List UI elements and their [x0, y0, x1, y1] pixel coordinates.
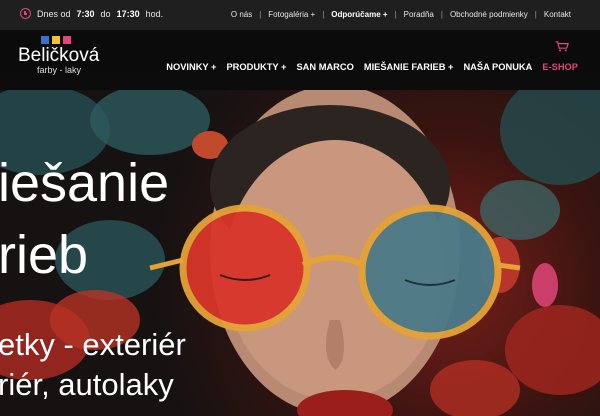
hours-mid: do	[100, 8, 111, 19]
hero-title-line1: iešanie	[0, 153, 170, 213]
cart-icon[interactable]	[555, 41, 569, 52]
separator: |	[394, 10, 397, 19]
hero-banner: iešanie rieb etky - exteriér riér, autol…	[0, 90, 600, 416]
nav-item-san-marco[interactable]: SAN MARCO	[296, 62, 353, 72]
logo-square-yellow	[52, 36, 60, 44]
hours-from: 7:30	[76, 8, 95, 19]
nav-item-novinky[interactable]: NOVINKY +	[166, 62, 216, 72]
logo-square-blue	[41, 36, 49, 44]
toplink-odporucame[interactable]: Odporúčame +	[331, 10, 387, 19]
logo-squares	[41, 36, 108, 44]
hours-suffix: hod.	[145, 8, 164, 19]
nav-item-miesanie-farieb[interactable]: MIEŠANIE FARIEB +	[364, 62, 454, 72]
nav-item-produkty[interactable]: PRODUKTY +	[226, 62, 286, 72]
separator: |	[259, 10, 262, 19]
toplink-o-nas[interactable]: O nás	[231, 10, 252, 19]
top-links: O nás | Fotogaléria + | Odporúčame + | P…	[231, 10, 571, 19]
separator: |	[440, 10, 443, 19]
separator: |	[322, 10, 325, 19]
opening-hours: Dnes od 7:30 do 17:30 hod.	[20, 8, 163, 19]
hero-title-line2: rieb	[0, 225, 89, 285]
nav-item-nasa-ponuka[interactable]: NAŠA PONUKA	[463, 62, 532, 72]
hours-to: 17:30	[116, 8, 140, 19]
hours-prefix: Dnes od	[37, 8, 71, 19]
hero-subtitle-line2: riér, autolaky	[0, 367, 174, 402]
toplink-kontakt[interactable]: Kontakt	[544, 10, 571, 19]
main-header: Beličková farby - laky NOVINKY + PRODUKT…	[0, 30, 600, 90]
hero-subtitle-line1: etky - exteriér	[0, 327, 186, 362]
site-logo[interactable]: Beličková farby - laky	[18, 36, 108, 75]
clock-icon	[20, 8, 31, 19]
toplink-fotogaleria[interactable]: Fotogaléria +	[268, 10, 315, 19]
top-bar: Dnes od 7:30 do 17:30 hod. O nás | Fotog…	[0, 0, 600, 30]
main-nav: NOVINKY + PRODUKTY + SAN MARCO MIEŠANIE …	[156, 62, 578, 72]
nav-item-eshop[interactable]: E-SHOP	[542, 62, 578, 72]
logo-square-pink	[63, 36, 71, 44]
logo-brand: Beličková	[18, 45, 100, 66]
toplink-obchodne-podmienky[interactable]: Obchodné podmienky	[450, 10, 528, 19]
separator: |	[534, 10, 537, 19]
toplink-poradna[interactable]: Poradňa	[404, 10, 434, 19]
